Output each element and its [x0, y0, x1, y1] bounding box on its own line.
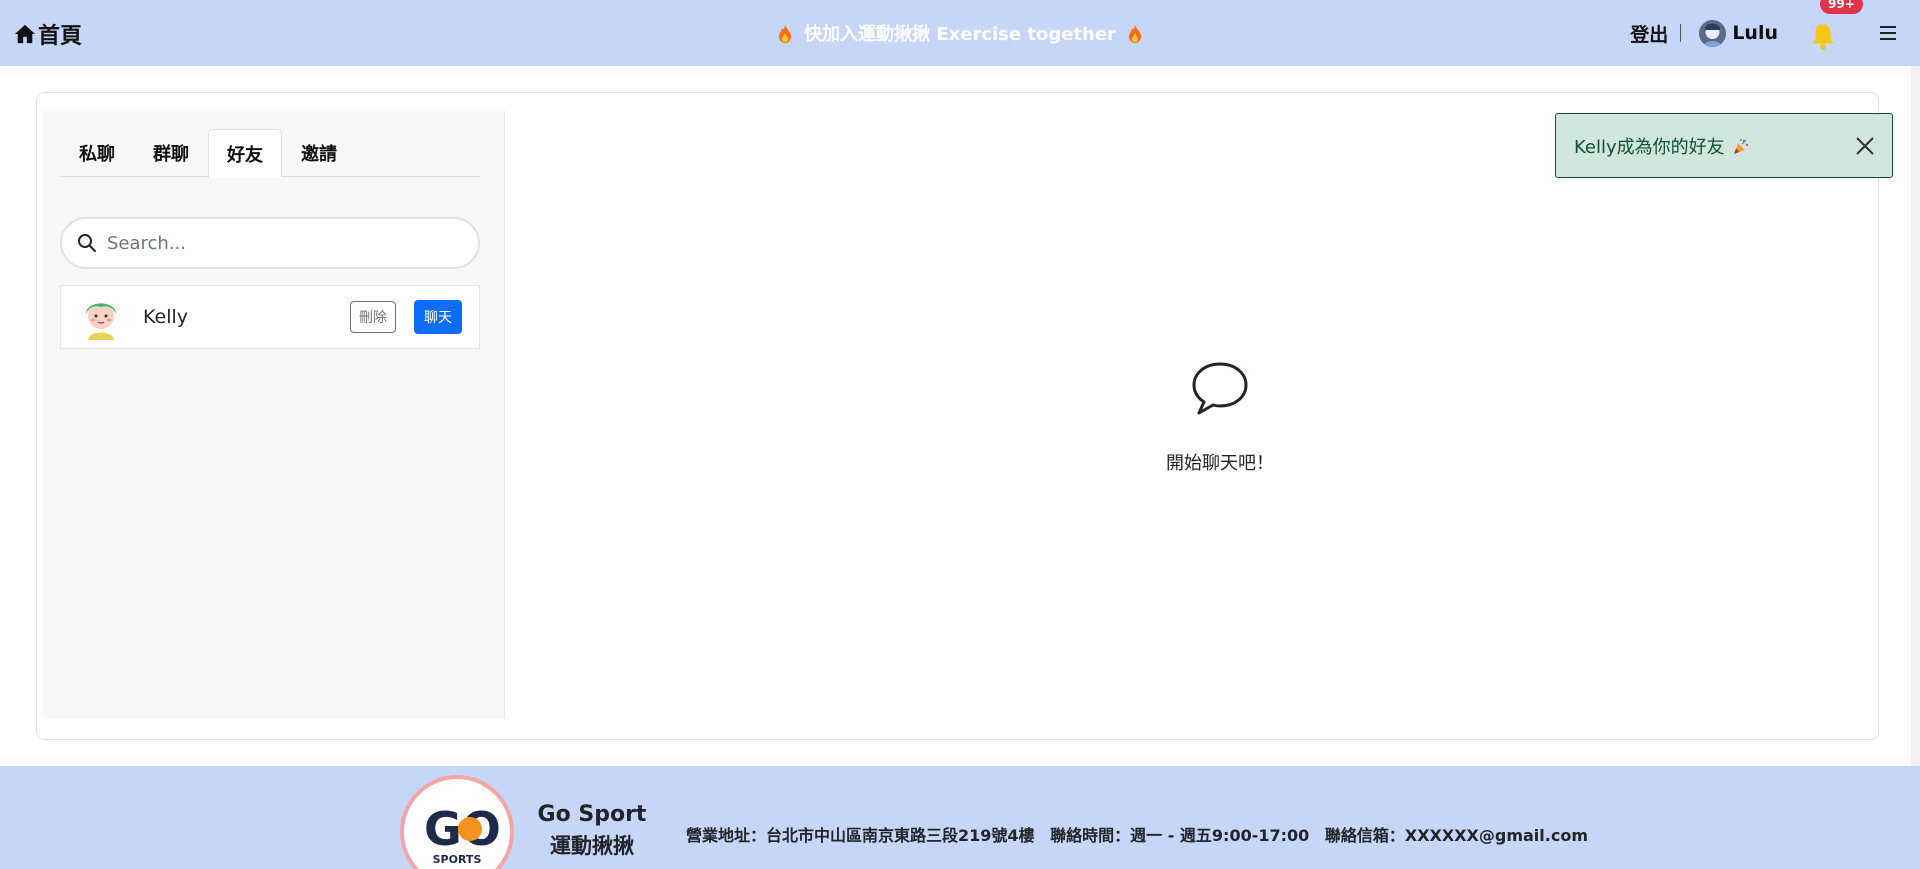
search-icon: [78, 234, 96, 252]
footer-email: 聯絡信箱：XXXXXX@gmail.com: [1324, 826, 1588, 845]
home-icon: [14, 24, 36, 44]
notification-badge: 99+: [1820, 0, 1863, 14]
user-avatar: [1699, 19, 1727, 47]
toast-message-text: Kelly成為你的好友: [1574, 136, 1725, 158]
tab-friends[interactable]: 好友: [208, 129, 282, 178]
home-link[interactable]: 首頁: [14, 18, 82, 50]
delete-friend-button[interactable]: 刪除: [350, 301, 396, 333]
page-scrollbar[interactable]: [1911, 66, 1920, 766]
empty-state-text: 開始聊天吧！: [1166, 453, 1274, 474]
footer-hours: 聯絡時間：週一 - 週五9:00-17:00: [1050, 826, 1310, 845]
party-popper-icon: [1734, 138, 1749, 154]
top-navbar: 首頁 快加入運動揪揪 Exercise together 登出 Lulu 99+: [0, 0, 1920, 66]
marquee-text: 快加入運動揪揪 Exercise together: [804, 24, 1116, 45]
close-icon[interactable]: [1854, 135, 1876, 157]
tab-group-chat[interactable]: 群聊: [134, 129, 208, 177]
search-input[interactable]: [107, 232, 467, 254]
friend-name: Kelly: [143, 306, 189, 328]
chat-bubble-icon: [1192, 362, 1248, 415]
brand-name-zh: 運動揪揪: [550, 834, 634, 858]
friend-list-item: Kelly 刪除 聊天: [60, 285, 480, 349]
chat-card: 私聊 群聊 好友 邀請 Search... Kelly 刪除 聊天 開始聊天吧！: [36, 92, 1879, 740]
brand-name-en: Go Sport: [537, 802, 647, 827]
friend-avatar: [86, 303, 116, 340]
chat-button[interactable]: 聊天: [414, 300, 462, 334]
search-box: [60, 217, 480, 269]
user-menu[interactable]: Lulu: [1699, 19, 1778, 47]
chat-tabs: 私聊 群聊 好友 邀請: [60, 129, 480, 178]
fire-icon: [1129, 25, 1142, 43]
chat-empty-state: 開始聊天吧！: [507, 93, 1879, 741]
tab-private-chat[interactable]: 私聊: [60, 129, 134, 177]
logout-link[interactable]: 登出: [1630, 20, 1668, 47]
home-label: 首頁: [38, 24, 83, 49]
site-footer: GO SPORTS Go Sport 運動揪揪 營業地址：台北市中山區南京東路三…: [0, 766, 1920, 869]
footer-contact-info: 營業地址：台北市中山區南京東路三段219號4樓 聯絡時間：週一 - 週五9:00…: [686, 822, 1588, 846]
chat-sidebar: 私聊 群聊 好友 邀請 Search... Kelly 刪除 聊天: [43, 111, 505, 719]
footer-brand: Go Sport 運動揪揪: [532, 800, 652, 862]
logo-subtext: SPORTS: [433, 853, 482, 866]
user-name: Lulu: [1732, 22, 1778, 44]
bell-icon: [1812, 24, 1834, 50]
page: 首頁 快加入運動揪揪 Exercise together 登出 Lulu 99+…: [0, 0, 1920, 869]
navbar-right: 登出 Lulu 99+: [1630, 0, 1920, 66]
hamburger-menu-icon[interactable]: [1880, 26, 1896, 40]
footer-address: 營業地址：台北市中山區南京東路三段219號4樓: [686, 826, 1035, 845]
go-sports-logo: GO SPORTS: [400, 775, 514, 869]
fire-icon: [778, 25, 791, 43]
toast-message: Kelly成為你的好友: [1574, 133, 1854, 159]
tab-invitations[interactable]: 邀請: [282, 129, 356, 177]
nav-divider: [1680, 24, 1682, 42]
success-toast: Kelly成為你的好友: [1555, 113, 1893, 178]
notification-button[interactable]: 99+: [1810, 0, 1863, 50]
